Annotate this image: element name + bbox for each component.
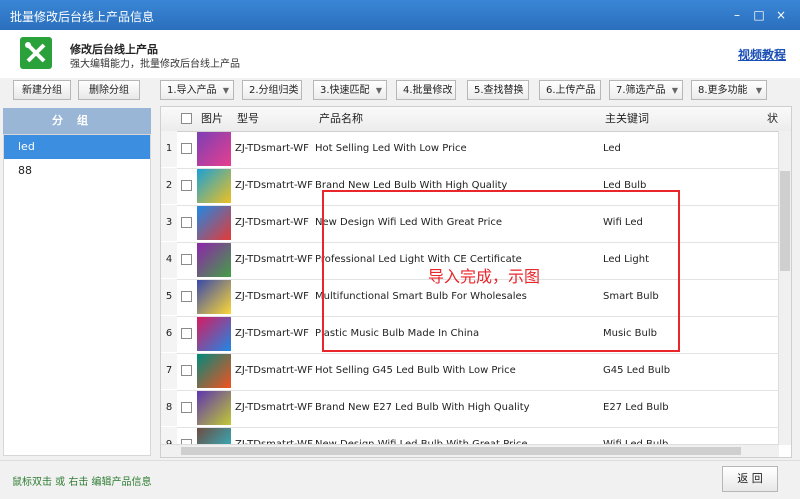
scroll-thumb[interactable] [181,447,741,455]
keyword-cell[interactable]: G45 Led Bulb [603,353,763,389]
annotation-text: 导入完成，示图 [428,267,541,286]
model-cell[interactable]: ZJ-TDsmart-WF [235,131,315,167]
table-header: 图片 型号 产品名称 主关键词 状 [161,107,791,132]
toolbar: 1.导入产品 ▼ 2.分组归类 3.快速匹配 ▼ 4.批量修改 5.查找替换 6.上… [160,80,790,104]
chevron-down-icon: ▼ [671,86,678,95]
row-checkbox[interactable] [181,328,192,339]
status-bar: 鼠标双击 或 右击 编辑产品信息 返 回 [0,460,800,499]
header: 修改后台线上产品 强大编辑能力，批量修改后台线上产品 视频教程 [0,30,800,79]
column-header[interactable]: 产品名称 [319,107,363,131]
model-cell[interactable]: ZJ-TDsmatrt-WF [235,390,315,426]
more-functions-dropdown[interactable]: 8.更多功能 ▼ [691,80,767,100]
row-number: 1 [161,131,177,167]
model-cell[interactable]: ZJ-TDsmart-WF [235,205,315,241]
column-header[interactable]: 状 [767,107,778,131]
row-number: 2 [161,168,177,204]
keyword-cell[interactable]: Led [603,131,763,167]
row-checkbox[interactable] [181,402,192,413]
product-thumbnail[interactable] [197,391,231,425]
product-thumbnail[interactable] [197,206,231,240]
row-checkbox[interactable] [181,365,192,376]
row-checkbox[interactable] [181,143,192,154]
vertical-scrollbar[interactable] [778,131,791,445]
page-subtitle: 强大编辑能力，批量修改后台线上产品 [70,59,240,70]
close-button[interactable]: × [772,6,790,24]
product-name-cell[interactable]: Brand New E27 Led Bulb With High Quality [315,390,599,426]
row-number: 4 [161,242,177,278]
table-row[interactable]: 8 ZJ-TDsmatrt-WF Brand New E27 Led Bulb Wi… [161,390,781,428]
find-replace-button[interactable]: 5.查找替换 [467,80,529,100]
row-number: 6 [161,316,177,352]
row-checkbox[interactable] [181,291,192,302]
back-button[interactable]: 返 回 [722,466,778,492]
row-number: 8 [161,390,177,426]
product-name-cell[interactable]: Hot Selling G45 Led Bulb With Low Price [315,353,599,389]
row-number: 3 [161,205,177,241]
row-number: 5 [161,279,177,315]
row-checkbox[interactable] [181,180,192,191]
product-thumbnail[interactable] [197,132,231,166]
filter-products-dropdown[interactable]: 7.筛选产品 ▼ [609,80,683,100]
tools-icon [20,37,52,69]
new-group-button[interactable]: 新建分组 [13,80,71,100]
table-row[interactable]: 7 ZJ-TDsmatrt-WF Hot Selling G45 Led Bulb … [161,353,781,391]
model-cell[interactable]: ZJ-TDsmatrt-WF [235,168,315,204]
chevron-down-icon: ▼ [375,86,382,95]
chevron-down-icon: ▼ [755,86,762,95]
video-tutorial-link[interactable]: 视频教程 [738,46,786,63]
import-products-dropdown[interactable]: 1.导入产品 ▼ [160,80,234,100]
product-thumbnail[interactable] [197,280,231,314]
scroll-thumb[interactable] [780,171,790,271]
select-all-checkbox[interactable] [181,113,192,124]
group-header: 分组 [3,108,151,134]
upload-products-button[interactable]: 6.上传产品 [539,80,601,100]
batch-modify-button[interactable]: 4.批量修改 [396,80,456,100]
model-cell[interactable]: ZJ-TDsmatrt-WF [235,353,315,389]
model-cell[interactable]: ZJ-TDsmart-WF [235,279,315,315]
group-item[interactable]: led [4,135,150,159]
product-thumbnail[interactable] [197,354,231,388]
chevron-down-icon: ▼ [222,86,229,95]
product-thumbnail[interactable] [197,169,231,203]
keyword-cell[interactable]: E27 Led Bulb [603,390,763,426]
product-thumbnail[interactable] [197,243,231,277]
group-list: led 88 [3,134,151,456]
quick-match-dropdown[interactable]: 3.快速匹配 ▼ [313,80,387,100]
product-name-cell[interactable]: Hot Selling Led With Low Price [315,131,599,167]
horizontal-scrollbar[interactable] [161,444,779,457]
row-checkbox[interactable] [181,254,192,265]
status-hint: 鼠标双击 或 右击 编辑产品信息 [12,477,152,488]
model-cell[interactable]: ZJ-TDsmart-WF [235,316,315,352]
table-row[interactable]: 1 ZJ-TDsmart-WF Hot Selling Led With Low P… [161,131,781,169]
delete-group-button[interactable]: 删除分组 [78,80,140,100]
group-item[interactable]: 88 [4,159,150,183]
column-header[interactable]: 图片 [201,107,223,131]
model-cell[interactable]: ZJ-TDsmatrt-WF [235,242,315,278]
title-bar: 批量修改后台线上产品信息 – □ × [0,0,800,30]
row-number: 7 [161,353,177,389]
column-header[interactable]: 型号 [237,107,259,131]
product-thumbnail[interactable] [197,317,231,351]
minimize-button[interactable]: – [728,6,746,24]
maximize-button[interactable]: □ [750,6,768,24]
window-title: 批量修改后台线上产品信息 [10,10,155,24]
row-checkbox[interactable] [181,217,192,228]
group-classify-button[interactable]: 2.分组归类 [242,80,302,100]
column-header[interactable]: 主关键词 [605,107,649,131]
